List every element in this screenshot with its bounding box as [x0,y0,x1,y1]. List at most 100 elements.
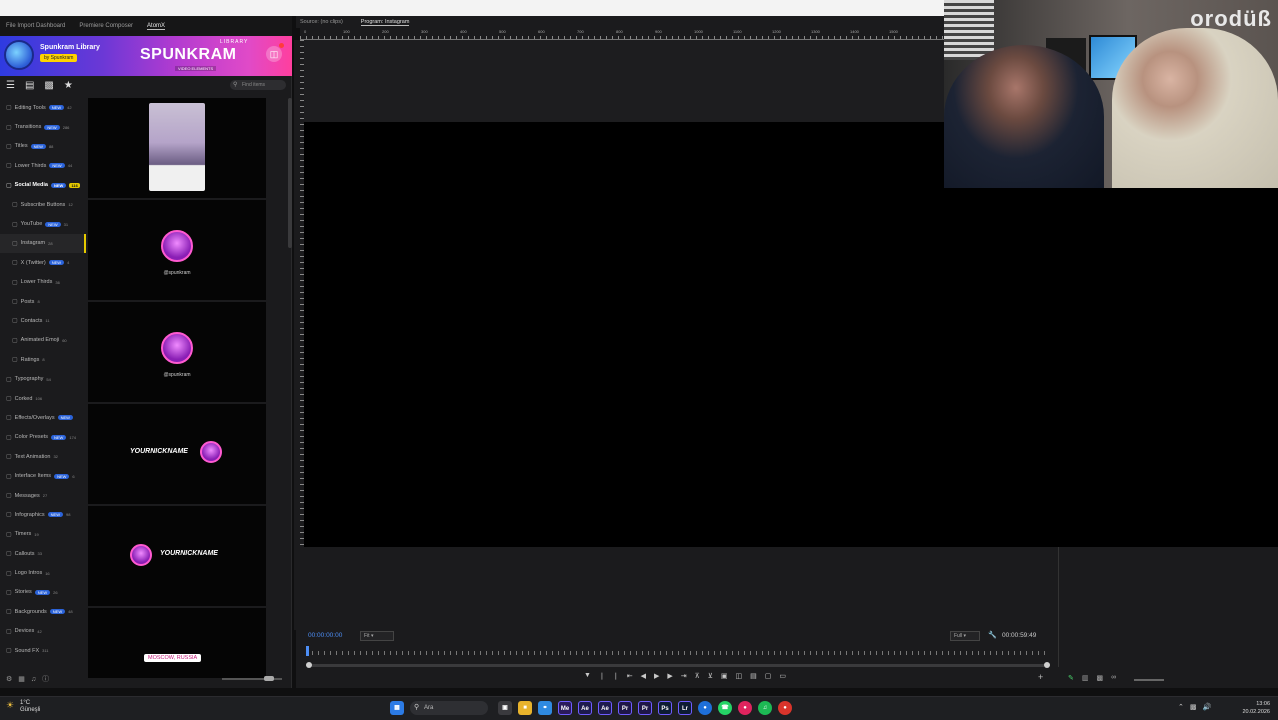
mark-in-icon[interactable]: ❘ [599,672,605,680]
tree-item[interactable]: ▢ X (Twitter) NEW 4 [0,253,86,272]
taskbar-app-pr-icon[interactable]: Pr [638,701,652,715]
tree-item[interactable]: ▢ Titles NEW 88 [0,137,86,156]
thumb-instagram-profile-2[interactable]: @spunkram [88,302,266,402]
settings-wrench-icon[interactable]: 🔧 [988,631,997,639]
snap-icon[interactable]: ▩ [1097,674,1104,682]
thumb-instagram-post[interactable] [88,98,266,198]
go-to-out-icon[interactable]: ⇥ [681,672,687,680]
tree-item[interactable]: ▢ Backgrounds NEW 48 [0,602,86,621]
playhead[interactable] [306,646,309,656]
panel-scrollbar[interactable] [288,98,292,248]
tree-item[interactable]: ▢ Interface Items NEW 6 [0,466,86,485]
tree-item[interactable]: ▢ Subscribe Buttons 12 [0,195,86,214]
library-badge[interactable]: by Spunkram [40,54,78,62]
playhead-timecode[interactable]: 00:00:00:00 [308,632,342,639]
thumb-instagram-profile-1[interactable]: @spunkram [88,200,266,300]
tree-item[interactable]: ▢ Contacts 11 [0,311,86,330]
tree-item[interactable]: ▢ Sound FX 311 [0,641,86,660]
edge-icon[interactable]: ⚭ [538,701,552,715]
favorites-star-icon[interactable]: ★ [64,80,73,91]
taskbar-app-ae-icon[interactable]: Ae [598,701,612,715]
safe-margins-icon[interactable]: ▢ [765,672,772,680]
whatsapp-icon[interactable]: ☎ [718,701,732,715]
resolution-select[interactable]: Full ▾ [950,631,980,641]
track-icon[interactable]: ▥ [1082,674,1089,682]
play-icon[interactable]: ▶ [654,672,659,680]
tree-item[interactable]: ▢ Lower Thirds NEW 44 [0,156,86,175]
info-icon[interactable]: ⓘ [42,674,49,684]
filters-icon[interactable]: ☰ [6,80,15,91]
app-icon[interactable]: ● [738,701,752,715]
tree-item[interactable]: ▢ Messages 27 [0,486,86,505]
tree-item[interactable]: ▢ Social Media NEW 116 [0,176,86,195]
cart-icon[interactable]: ◫ [266,46,282,62]
taskbar-app-pr-icon[interactable]: Pr [618,701,632,715]
tab-premiere-composer[interactable]: Premiere Composer [79,23,133,29]
button-editor-plus-icon[interactable]: + [1038,672,1043,682]
add-marker-icon[interactable]: ▼ [584,672,591,680]
tab-file-import[interactable]: File Import Dashboard [6,23,65,29]
tree-item[interactable]: ▢ Effects/Overlays NEW [0,408,86,427]
extract-icon[interactable]: ⊻ [708,672,713,680]
step-back-icon[interactable]: ◀ [641,672,646,680]
tree-item[interactable]: ▢ Timers 19 [0,525,86,544]
timeline-zoom-slider[interactable] [1134,679,1164,681]
tree-item[interactable]: ▢ Infographics NEW 98 [0,505,86,524]
thumb-nickname-right[interactable]: YOURNICKNAME [88,404,266,504]
thumb-location[interactable]: MOSCOW, RUSSIA [88,608,266,678]
slider-knob[interactable] [264,676,274,681]
audio-icon[interactable]: ♫ [31,676,36,683]
taskbar-clock[interactable]: 13:06 20.02.2026 [1238,700,1270,716]
layout-icon[interactable]: ▤ [25,80,34,91]
tree-item[interactable]: ▢ Text Animation 32 [0,447,86,466]
weather-widget[interactable]: ☀ 1°C Güneşli [6,700,40,714]
task-view-icon[interactable]: ▣ [498,701,512,715]
zoom-level-select[interactable]: Fit ▾ [360,631,394,641]
vr-video-icon[interactable]: ▭ [779,672,786,680]
tray-chevron-icon[interactable]: ⌃ [1178,703,1184,711]
thumb-nickname-left[interactable]: YOURNICKNAME [88,506,266,606]
import-icon[interactable]: ▩ [44,80,53,91]
tree-item[interactable]: ▢ Ratings 8 [0,350,86,369]
tree-item[interactable]: ▢ Instagram 28 [0,233,86,254]
export-frame-icon[interactable]: ▣ [721,672,728,680]
taskbar-app-ps-icon[interactable]: Ps [658,701,672,715]
start-icon[interactable]: ▦ [390,701,404,715]
tree-item[interactable]: ▢ Stories NEW 26 [0,583,86,602]
tree-item[interactable]: ▢ Typography 54 [0,369,86,388]
zoom-bar-end-handle[interactable] [1044,662,1050,668]
proxy-toggle-icon[interactable]: ▤ [750,672,757,680]
zoom-bar-start-handle[interactable] [306,662,312,668]
tree-item[interactable]: ▢ Corked 106 [0,389,86,408]
volume-icon[interactable]: 🔊 [1203,703,1212,711]
tree-item[interactable]: ▢ Posts 8 [0,292,86,311]
taskbar-app-me-icon[interactable]: Me [558,701,572,715]
mark-out-icon[interactable]: ❘ [613,672,619,680]
lift-icon[interactable]: ⊼ [695,672,700,680]
spotify-icon[interactable]: ♫ [758,701,772,715]
tree-item[interactable]: ▢ Lower Thirds 36 [0,273,86,292]
tab-source[interactable]: Source: (no clips) [300,19,343,25]
chrome-red-icon[interactable]: ● [778,701,792,715]
tree-item[interactable]: ▢ Animated Emoji 60 [0,331,86,350]
taskbar-app-lr-icon[interactable]: Lr [678,701,692,715]
taskbar-search[interactable]: ⚲ Ara [410,701,488,715]
tree-item[interactable]: ▢ Callouts 33 [0,544,86,563]
comparison-view-icon[interactable]: ◫ [735,672,742,680]
settings-icon[interactable]: ⚙ [6,675,12,683]
time-ruler[interactable] [306,648,1050,658]
chrome-icon[interactable]: ● [698,701,712,715]
network-icon[interactable]: ▩ [1190,703,1197,711]
list-view-icon[interactable]: ▦ [18,675,25,683]
go-to-in-icon[interactable]: ⇤ [627,672,633,680]
tree-item[interactable]: ▢ Logo Intros 16 [0,563,86,582]
thumbnail-size-slider[interactable] [222,676,282,681]
tab-program[interactable]: Program: Instagram [360,19,410,26]
pen-icon[interactable]: ✎ [1068,674,1074,682]
tree-item[interactable]: ▢ Devices 42 [0,622,86,641]
tree-item[interactable]: ▢ Editing Tools NEW 42 [0,98,86,117]
search-input[interactable]: ⚲ Find items [230,80,286,90]
taskbar-app-ae-icon[interactable]: Ae [578,701,592,715]
linked-icon[interactable]: ∞ [1111,674,1116,682]
file-explorer-icon[interactable]: ■ [518,701,532,715]
